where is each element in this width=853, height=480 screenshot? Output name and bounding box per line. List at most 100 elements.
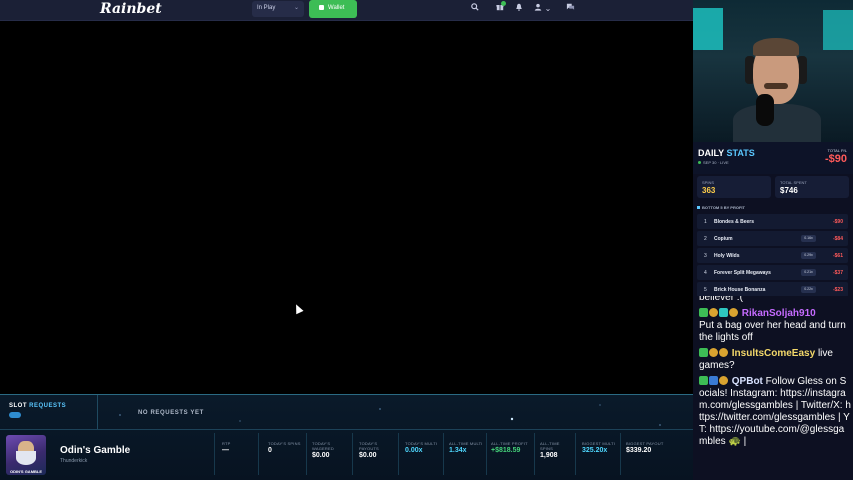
bottom-5-game: Blondes & Beers	[714, 219, 755, 225]
stat-label: TODAY'S MULTI	[405, 441, 438, 446]
daily-stats-title: DAILY STATS	[698, 148, 755, 158]
bottom-5-title: BOTTOM 5 BY PROFIT	[697, 205, 745, 210]
wallet-button[interactable]: Wallet	[309, 0, 357, 18]
subscriber-badge-icon	[719, 308, 728, 317]
bottom-5-row: 4 Forever Split Megaways 0.21x -$37	[697, 265, 848, 280]
stat-divider	[214, 433, 215, 475]
bottom-5-amount: -$37	[832, 270, 843, 276]
stat-value: +$818.59	[491, 447, 521, 454]
rainbet-logo[interactable]: Rainbet	[100, 1, 162, 17]
stat-divider	[443, 433, 444, 475]
stat-biggest-payout: BIGGEST PAYOUT $339.20	[626, 441, 666, 454]
stat-all-time-multi: ALL-TIME MULTI 1.34x	[449, 441, 483, 454]
bottom-5-amount: -$90	[832, 219, 843, 225]
bottom-5-marker	[697, 206, 700, 209]
stat-todays-wagered: TODAY'S WAGERED $0.00	[312, 441, 346, 459]
stat-value: 1.34x	[449, 447, 467, 454]
bottom-5-game: Forever Split Megaways	[714, 270, 771, 276]
stat-todays-payouts: TODAY'S PAYOUTS $0.00	[359, 441, 393, 459]
moon-badge-icon	[709, 308, 718, 317]
user-icon[interactable]	[531, 3, 545, 15]
stat-biggest-multi: BIGGEST MULTI 325.20x	[582, 441, 618, 454]
webcam-feed	[693, 0, 853, 142]
overlay-row-separator	[0, 429, 693, 430]
bottom-5-amount: -$61	[832, 253, 843, 259]
bottom-5-multi: 0.16x	[801, 235, 816, 242]
daily-stats-title-accent: STATS	[726, 148, 755, 158]
game-name: Odin's Gamble	[60, 445, 131, 456]
slot-requests-title-accent: REQUESTS	[29, 403, 67, 409]
stat-todays-multi: TODAY'S MULTI 0.00x	[405, 441, 439, 454]
bottom-5-multi: 0.22x	[801, 286, 816, 293]
moon-badge-icon	[719, 376, 728, 385]
chat-text: Put a bag over her head and turn the lig…	[699, 320, 846, 343]
stat-value: —	[222, 447, 229, 454]
webcam-shoulders	[733, 104, 821, 142]
webcam-light-panel	[693, 8, 723, 50]
stat-value: $0.00	[312, 452, 330, 459]
gift-badge-icon	[729, 308, 738, 317]
stat-todays-spins: TODAY'S SPINS 0	[268, 441, 302, 454]
stat-label: RTP	[222, 441, 231, 446]
stat-rtp: RTP —	[222, 441, 231, 454]
user-menu-chevron-icon[interactable]: ⌄	[544, 3, 552, 15]
kick-badge-icon	[699, 376, 708, 385]
bottom-5-rank: 1	[704, 219, 707, 225]
daily-stats-date: SEP 30 · LIVE	[698, 160, 729, 165]
bottom-5-rank: 3	[704, 253, 707, 259]
chat-message: InsultsComeEasy live games?	[699, 348, 851, 372]
game-thumbnail-text: ODIN'S GAMBLE	[9, 469, 43, 474]
bottom-5-multi: 0.21x	[801, 269, 816, 276]
chat-username[interactable]: RikanSoljah910	[742, 308, 816, 319]
chat-message: RikanSoljah910 Put a bag over her head a…	[699, 308, 851, 344]
stat-value: 325.20x	[582, 447, 608, 454]
stat-all-time-spins: ALL-TIME SPINS 1,908	[540, 441, 572, 459]
total-pl-value: -$90	[824, 153, 847, 165]
no-requests-text: NO REQUESTS YET	[138, 410, 204, 416]
slot-requests-count-pill	[9, 412, 21, 418]
stat-divider	[486, 433, 487, 475]
stat-label: BIGGEST PAYOUT	[626, 441, 664, 446]
webcam-mustache	[764, 83, 788, 89]
bottom-5-rank: 2	[704, 236, 707, 242]
bell-icon[interactable]	[512, 3, 526, 15]
stat-divider	[620, 433, 621, 475]
stat-divider	[352, 433, 353, 475]
game-provider: Thunderkick	[60, 458, 88, 464]
webcam-hair	[753, 38, 799, 56]
top-nav-bar: Rainbet In Play ⌄ Wallet ⌄	[0, 0, 693, 21]
stat-label: BIGGEST MULTI	[582, 441, 616, 446]
in-play-select[interactable]: In Play ⌄	[252, 1, 304, 17]
starfield-decoration	[119, 404, 661, 426]
stat-value: $339.20	[626, 447, 652, 454]
chevron-down-icon: ⌄	[293, 5, 299, 11]
gift-notification-dot	[501, 1, 506, 6]
in-play-select-value: In Play	[257, 5, 276, 11]
chat-username[interactable]: InsultsComeEasy	[732, 348, 815, 359]
kick-badge-icon	[699, 348, 708, 357]
chat-username[interactable]: QPBot	[732, 376, 763, 387]
slot-requests-title: SLOT REQUESTS	[9, 403, 66, 409]
bottom-5-amount: -$84	[832, 236, 843, 242]
stat-value: $0.00	[359, 452, 377, 459]
webcam-light-panel	[823, 10, 853, 50]
game-thumbnail: ODIN'S GAMBLE	[6, 435, 46, 475]
spins-value: 363	[702, 186, 716, 195]
slot-requests-divider	[97, 395, 98, 429]
search-icon[interactable]	[468, 3, 482, 15]
stream-bottom-overlay: SLOT REQUESTS NO REQUESTS YET ODIN'S GAM…	[0, 394, 693, 480]
game-viewport[interactable]	[0, 22, 693, 394]
total-spent-value: $746	[780, 186, 798, 195]
bottom-5-row: 2 Copium 0.16x -$84	[697, 231, 848, 246]
stat-value: 0	[268, 447, 272, 454]
chat-icon[interactable]	[563, 3, 577, 15]
stat-label: TODAY'S PAYOUTS	[359, 441, 379, 451]
spins-label: SPINS	[702, 180, 715, 185]
crown-badge-icon	[719, 348, 728, 357]
bottom-5-title-text: BOTTOM 5 BY PROFIT	[702, 205, 745, 210]
stat-label: ALL-TIME PROFIT	[491, 441, 528, 446]
total-spent-box: TOTAL SPENT $746	[775, 176, 849, 198]
daily-stats-title-main: DAILY	[698, 148, 725, 158]
chat-cut-line: believer :(	[699, 296, 743, 303]
bottom-5-rank: 5	[704, 287, 707, 293]
